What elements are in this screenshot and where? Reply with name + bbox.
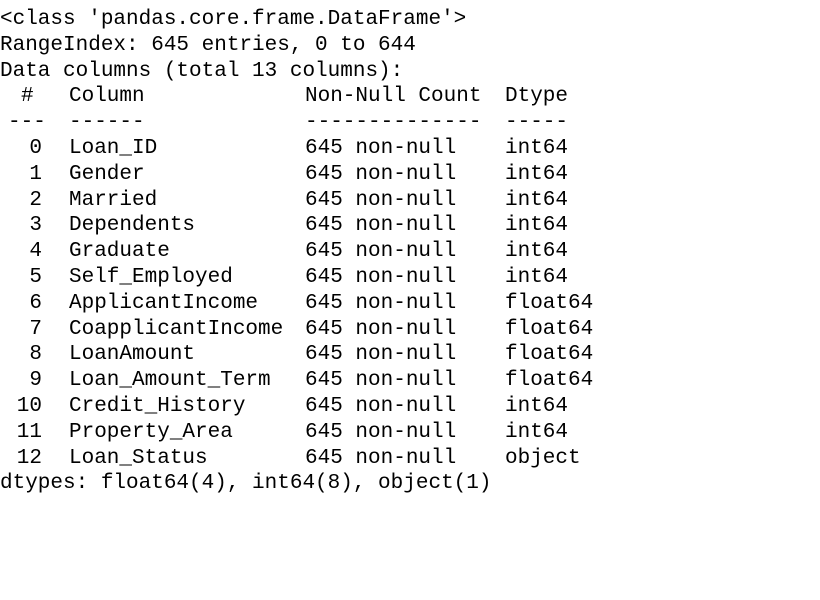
row-non-null-count: 645 non-null <box>305 369 457 393</box>
row-non-null-count: 645 non-null <box>305 420 457 444</box>
header-index: # <box>21 85 34 108</box>
separator-index: --- <box>8 111 46 134</box>
row-dtype: int64 <box>505 266 569 289</box>
row-index: 7 <box>29 317 42 341</box>
row-non-null-count: 645 non-null <box>305 214 457 238</box>
row-dtype: float64 <box>505 369 594 393</box>
row-dtype: int64 <box>505 395 569 418</box>
row-dtype: object <box>505 446 581 470</box>
row-index: 9 <box>29 369 42 393</box>
row-dtype: int64 <box>505 188 569 212</box>
row-column-name: Graduate <box>69 240 170 264</box>
table-row: 12 Loan_Status 645 non-null object <box>0 446 820 472</box>
row-non-null-count: 645 non-null <box>305 266 457 289</box>
table-row: 9 Loan_Amount_Term 645 non-null float64 <box>0 368 820 394</box>
row-dtype: int64 <box>505 214 569 238</box>
row-column-name: LoanAmount <box>69 343 196 367</box>
table-row: 5 Self_Employed 645 non-null int64 <box>0 265 820 291</box>
data-columns-line: Data columns (total 13 columns): <box>0 60 404 83</box>
header-non-null-count: Non-Null Count <box>305 85 482 108</box>
row-column-name: ApplicantIncome <box>69 291 259 315</box>
table-row: 8 LoanAmount 645 non-null float64 <box>0 342 820 368</box>
row-non-null-count: 645 non-null <box>305 162 457 186</box>
row-index: 10 <box>16 395 42 418</box>
row-column-name: Loan_Status <box>69 446 208 470</box>
row-dtype: float64 <box>505 291 594 315</box>
row-dtype: float64 <box>505 343 594 367</box>
table-row: 11 Property_Area 645 non-null int64 <box>0 420 820 446</box>
row-column-name: Married <box>69 188 158 212</box>
row-column-name: Loan_ID <box>69 137 158 160</box>
row-index: 8 <box>29 343 42 367</box>
row-index: 5 <box>29 266 42 289</box>
table-row: 2 Married 645 non-null int64 <box>0 188 820 214</box>
header-column: Column <box>69 85 145 108</box>
dtypes-summary-line: dtypes: float64(4), int64(8), object(1) <box>0 472 492 495</box>
header-dtype: Dtype <box>505 85 569 108</box>
row-index: 4 <box>29 240 42 264</box>
row-non-null-count: 645 non-null <box>305 137 457 160</box>
table-row: 10 Credit_History 645 non-null int64 <box>0 394 820 420</box>
row-index: 0 <box>29 137 42 160</box>
row-column-name: Loan_Amount_Term <box>69 369 271 393</box>
row-column-name: Dependents <box>69 214 196 238</box>
separator-dtype: ----- <box>505 111 569 134</box>
range-index-line: RangeIndex: 645 entries, 0 to 644 <box>0 34 416 57</box>
separator-column: ------ <box>69 111 145 134</box>
row-index: 2 <box>29 188 42 212</box>
row-non-null-count: 645 non-null <box>305 188 457 212</box>
table-header-row: # Column Non-Null Count Dtype <box>0 84 820 110</box>
row-dtype: int64 <box>505 420 569 444</box>
table-row: 7 CoapplicantIncome 645 non-null float64 <box>0 317 820 343</box>
row-column-name: Gender <box>69 162 145 186</box>
row-dtype: int64 <box>505 162 569 186</box>
row-index: 3 <box>29 214 42 238</box>
table-row: 4 Graduate 645 non-null int64 <box>0 239 820 265</box>
dataframe-info-output: <class 'pandas.core.frame.DataFrame'> Ra… <box>0 0 820 495</box>
row-column-name: CoapplicantIncome <box>69 317 284 341</box>
row-index: 1 <box>29 162 42 186</box>
row-non-null-count: 645 non-null <box>305 343 457 367</box>
table-separator-row: --- ------ -------------- ----- <box>0 110 820 136</box>
row-index: 12 <box>16 446 42 470</box>
table-row: 6 ApplicantIncome 645 non-null float64 <box>0 291 820 317</box>
table-row: 1 Gender 645 non-null int64 <box>0 162 820 188</box>
row-dtype: float64 <box>505 317 594 341</box>
row-dtype: int64 <box>505 137 569 160</box>
row-non-null-count: 645 non-null <box>305 291 457 315</box>
row-non-null-count: 645 non-null <box>305 446 457 470</box>
row-column-name: Credit_History <box>69 395 246 418</box>
table-row: 0 Loan_ID 645 non-null int64 <box>0 136 820 162</box>
row-index: 6 <box>29 291 42 315</box>
row-column-name: Property_Area <box>69 420 233 444</box>
class-line: <class 'pandas.core.frame.DataFrame'> <box>0 8 467 31</box>
row-non-null-count: 645 non-null <box>305 395 457 418</box>
table-row: 3 Dependents 645 non-null int64 <box>0 213 820 239</box>
row-index: 11 <box>16 420 42 444</box>
separator-non-null-count: -------------- <box>305 111 482 134</box>
row-non-null-count: 645 non-null <box>305 240 457 264</box>
row-non-null-count: 645 non-null <box>305 317 457 341</box>
row-dtype: int64 <box>505 240 569 264</box>
row-column-name: Self_Employed <box>69 266 233 289</box>
